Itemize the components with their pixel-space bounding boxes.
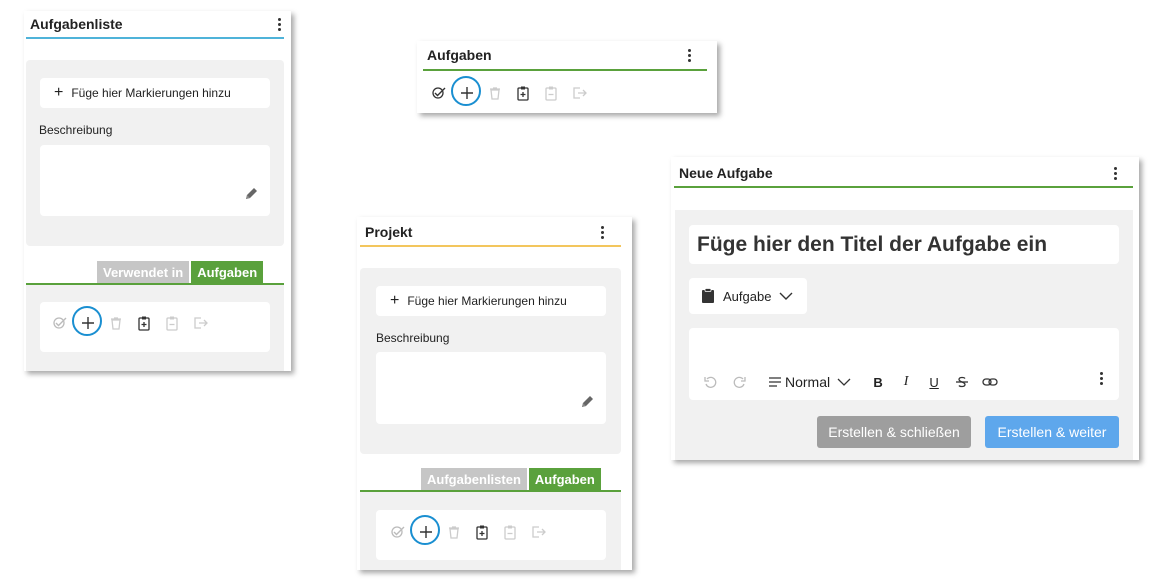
add-icon: + (54, 84, 64, 101)
new-task-panel-title: Neue Aufgabe (679, 165, 773, 181)
export-icon[interactable] (565, 81, 593, 105)
tasklist-panel-title: Aufgabenliste (30, 16, 123, 32)
clipboard-remove-icon[interactable] (158, 311, 186, 335)
clipboard-remove-icon[interactable] (537, 81, 565, 105)
tasks-panel-title: Aufgaben (427, 47, 492, 63)
redo-icon[interactable] (725, 370, 753, 394)
tasks-toolbar (425, 76, 593, 106)
create-continue-button[interactable]: Erstellen & weiter (985, 416, 1119, 448)
new-task-accent-line (674, 186, 1133, 188)
clipboard-icon (702, 288, 714, 303)
clipboard-remove-icon[interactable] (496, 520, 524, 544)
project-tabs: Aufgabenlisten Aufgaben (421, 468, 601, 490)
link-icon[interactable] (976, 370, 1004, 394)
new-task-panel: Neue Aufgabe Füge hier den Titel der Auf… (671, 157, 1139, 460)
pencil-icon[interactable] (580, 393, 596, 414)
task-type-select[interactable]: Aufgabe (689, 278, 807, 314)
export-icon[interactable] (524, 520, 552, 544)
more-vert-icon[interactable] (273, 16, 285, 32)
more-vert-icon[interactable] (1109, 165, 1121, 181)
chevron-down-icon (779, 292, 793, 300)
add-tags-button[interactable]: + Füge hier Markierungen hinzu (376, 286, 606, 316)
project-accent-line (360, 245, 621, 247)
more-vert-icon[interactable] (596, 224, 608, 240)
paragraph-icon (761, 370, 789, 394)
more-vert-icon[interactable] (1095, 370, 1107, 386)
pencil-icon[interactable] (244, 185, 260, 206)
add-icon: + (390, 292, 400, 309)
tab-used-in[interactable]: Verwendet in (97, 261, 190, 283)
project-panel: Projekt + Füge hier Markierungen hinzu B… (357, 217, 632, 570)
check-all-icon[interactable] (384, 520, 412, 544)
export-icon[interactable] (186, 311, 214, 335)
tab-task-lists[interactable]: Aufgabenlisten (421, 468, 527, 490)
task-type-label: Aufgabe (723, 288, 772, 304)
description-label: Beschreibung (39, 123, 113, 137)
check-all-icon[interactable] (46, 311, 74, 335)
tasks-panel: Aufgaben (417, 41, 717, 113)
bold-button[interactable]: B (864, 370, 892, 394)
create-close-button[interactable]: Erstellen & schließen (817, 416, 971, 448)
undo-icon[interactable] (697, 370, 725, 394)
underline-button[interactable]: U (920, 370, 948, 394)
delete-icon[interactable] (440, 520, 468, 544)
new-task-form: Füge hier den Titel der Aufgabe ein Aufg… (675, 210, 1133, 460)
clipboard-add-icon[interactable] (468, 520, 496, 544)
tab-tasks[interactable]: Aufgaben (191, 261, 264, 283)
strikethrough-icon[interactable] (948, 370, 976, 394)
task-title-placeholder: Füge hier den Titel der Aufgabe ein (697, 232, 1048, 256)
chevron-down-icon[interactable] (830, 370, 858, 394)
tasklist-details-box: + Füge hier Markierungen hinzu Beschreib… (26, 60, 284, 246)
tab-tasks[interactable]: Aufgaben (528, 468, 601, 490)
check-all-icon[interactable] (425, 81, 453, 105)
add-tags-button[interactable]: + Füge hier Markierungen hinzu (40, 78, 270, 108)
editor-toolbar: Normal B I U (697, 370, 1004, 394)
delete-icon[interactable] (102, 311, 130, 335)
tasklist-panel-header: Aufgabenliste (28, 11, 285, 37)
description-field[interactable] (376, 352, 606, 424)
tasklist-tabs: Verwendet in Aufgaben (97, 261, 264, 283)
more-vert-icon[interactable] (683, 47, 695, 63)
project-panel-title: Projekt (365, 224, 413, 240)
description-label: Beschreibung (376, 331, 450, 345)
delete-icon[interactable] (481, 81, 509, 105)
project-details-box: + Füge hier Markierungen hinzu Beschreib… (360, 268, 621, 454)
tasklist-panel: Aufgabenliste + Füge hier Markierungen h… (24, 11, 291, 371)
project-toolbar (384, 515, 552, 545)
italic-button[interactable]: I (892, 370, 920, 394)
add-tags-label: Füge hier Markierungen hinzu (407, 294, 567, 308)
task-description-editor[interactable]: Normal B I U (689, 328, 1119, 400)
tasklist-accent-line (26, 37, 284, 39)
add-task-icon[interactable] (451, 76, 481, 106)
tasks-accent-line (423, 69, 707, 71)
description-field[interactable] (40, 145, 270, 216)
project-panel-header: Projekt (361, 219, 626, 245)
tasklist-toolbar (46, 306, 214, 336)
task-title-input[interactable]: Füge hier den Titel der Aufgabe ein (689, 225, 1119, 264)
add-task-icon[interactable] (72, 306, 102, 336)
clipboard-add-icon[interactable] (130, 311, 158, 335)
add-task-icon[interactable] (410, 515, 440, 545)
clipboard-add-icon[interactable] (509, 81, 537, 105)
tasks-panel-header: Aufgaben (421, 42, 711, 68)
add-tags-label: Füge hier Markierungen hinzu (71, 86, 231, 100)
new-task-panel-header: Neue Aufgabe (675, 160, 1133, 186)
format-select-label[interactable]: Normal (785, 374, 830, 390)
